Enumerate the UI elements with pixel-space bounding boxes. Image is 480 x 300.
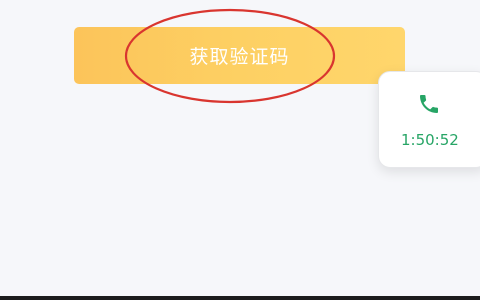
phone-icon <box>420 95 438 113</box>
get-verification-code-label: 获取验证码 <box>189 46 290 68</box>
call-timer: 1:50:52 <box>401 131 459 149</box>
call-floating-widget[interactable]: 1:50:52 <box>378 71 480 168</box>
get-verification-code-button[interactable]: 获取验证码 <box>74 27 405 84</box>
bottom-edge-bar <box>0 296 480 300</box>
